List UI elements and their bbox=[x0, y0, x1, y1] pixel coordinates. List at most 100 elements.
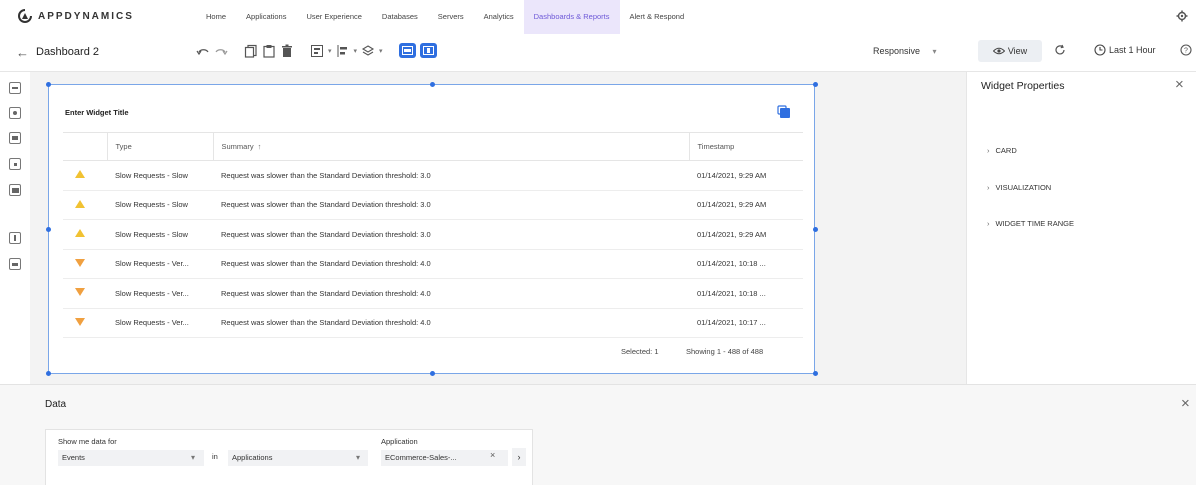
timestamp-cell: 01/14/2021, 10:18 ... bbox=[689, 249, 803, 279]
status-widget-icon[interactable] bbox=[9, 158, 21, 170]
metric-widget-icon[interactable] bbox=[9, 107, 21, 119]
layout-1-icon bbox=[401, 46, 413, 55]
table-row[interactable]: Slow Requests - Slow Request was slower t… bbox=[63, 190, 803, 220]
table-widget-icon[interactable] bbox=[9, 132, 21, 144]
image-widget-icon[interactable] bbox=[9, 258, 21, 270]
export-icon[interactable] bbox=[777, 105, 791, 119]
summary-column-header[interactable]: Summary ↑ bbox=[212, 132, 689, 161]
critical-triangle-icon bbox=[75, 317, 85, 326]
selected-count: Selected: 1 bbox=[621, 347, 659, 356]
dashboard-toolbar: ← Dashboard 2 ▾ ▾ ▾ Responsive ▾ View La… bbox=[0, 34, 1196, 72]
help-icon[interactable]: ? bbox=[1180, 44, 1192, 56]
chevron-right-icon[interactable]: › bbox=[512, 448, 526, 466]
nav-tab-databases[interactable]: Databases bbox=[372, 0, 428, 34]
severity-cell bbox=[63, 160, 107, 191]
events-table-widget[interactable]: Enter Widget Title Type Summary ↑ Timesta… bbox=[46, 82, 818, 376]
section-widget-time-range[interactable]: › WIDGET TIME RANGE bbox=[987, 219, 1074, 228]
responsive-dropdown[interactable]: Responsive ▾ bbox=[873, 46, 937, 56]
application-select[interactable]: ECommerce-Sales-... bbox=[381, 450, 508, 466]
edit-tools: ▾ ▾ ▾ bbox=[196, 43, 437, 58]
in-label: in bbox=[212, 452, 218, 461]
table-row[interactable]: Slow Requests - Ver... Request was slower… bbox=[63, 249, 803, 279]
table-row[interactable]: Slow Requests - Ver... Request was slower… bbox=[63, 278, 803, 309]
clear-icon[interactable]: × bbox=[490, 450, 495, 460]
table-row[interactable]: Slow Requests - Slow Request was slower t… bbox=[63, 219, 803, 250]
warning-triangle-icon bbox=[75, 170, 85, 179]
undo-icon[interactable] bbox=[196, 44, 210, 58]
show-me-label: Show me data for bbox=[58, 437, 117, 446]
critical-triangle-icon bbox=[75, 288, 85, 297]
text-widget-icon[interactable] bbox=[9, 232, 21, 244]
scope-select[interactable]: Applications bbox=[228, 450, 368, 466]
distribute-dropdown-caret-icon[interactable]: ▾ bbox=[354, 47, 358, 55]
widget-properties-panel: Widget Properties × › CARD › VISUALIZATION… bbox=[966, 72, 1196, 384]
type-column-header[interactable]: Type bbox=[106, 132, 213, 161]
nav-tab-analytics[interactable]: Analytics bbox=[474, 0, 524, 34]
timestamp-column-header[interactable]: Timestamp bbox=[688, 132, 803, 161]
resize-handle[interactable] bbox=[813, 227, 818, 232]
severity-column-header bbox=[63, 132, 107, 161]
widget-title[interactable]: Enter Widget Title bbox=[65, 108, 129, 117]
nav-tab-applications[interactable]: Applications bbox=[236, 0, 296, 34]
sort-ascending-icon[interactable]: ↑ bbox=[258, 142, 262, 151]
warning-triangle-icon bbox=[75, 199, 85, 208]
list-widget-icon[interactable] bbox=[9, 184, 21, 196]
data-panel: Data × Show me data for Events ▾ in Appl… bbox=[0, 384, 1196, 485]
layout-2-button[interactable] bbox=[419, 43, 437, 58]
redo-icon[interactable] bbox=[214, 44, 228, 58]
paste-icon[interactable] bbox=[262, 44, 276, 58]
align-dropdown-caret-icon[interactable]: ▾ bbox=[328, 47, 332, 55]
layer-icon[interactable] bbox=[361, 44, 375, 58]
close-icon[interactable]: × bbox=[1181, 395, 1190, 412]
section-visualization[interactable]: › VISUALIZATION bbox=[987, 183, 1051, 192]
back-arrow-icon[interactable]: ← bbox=[16, 45, 29, 60]
resize-handle[interactable] bbox=[46, 371, 51, 376]
resize-handle[interactable] bbox=[813, 82, 818, 87]
section-label: VISUALIZATION bbox=[995, 183, 1052, 192]
chevron-down-icon[interactable]: ▾ bbox=[191, 453, 195, 462]
time-range-picker[interactable]: Last 1 Hour bbox=[1094, 44, 1156, 56]
refresh-icon[interactable] bbox=[1054, 44, 1066, 56]
dashboard-title[interactable]: Dashboard 2 bbox=[36, 46, 99, 58]
resize-handle[interactable] bbox=[813, 371, 818, 376]
nav-tab-user-experience[interactable]: User Experience bbox=[296, 0, 371, 34]
table-row[interactable]: Slow Requests - Ver... Request was slower… bbox=[63, 308, 803, 338]
appdynamics-logo-icon bbox=[18, 9, 32, 23]
type-cell: Slow Requests - Ver... bbox=[107, 308, 213, 338]
dashboard-canvas[interactable]: Enter Widget Title Type Summary ↑ Timesta… bbox=[30, 72, 966, 384]
svg-text:?: ? bbox=[1184, 48, 1188, 55]
chevron-down-icon[interactable]: ▾ bbox=[356, 453, 360, 462]
section-card[interactable]: › CARD bbox=[987, 146, 1017, 155]
copy-icon[interactable] bbox=[244, 44, 258, 58]
nav-tab-dashboards-reports[interactable]: Dashboards & Reports bbox=[523, 0, 620, 34]
layout-2-icon bbox=[422, 46, 434, 55]
responsive-label: Responsive bbox=[873, 46, 921, 56]
distribute-icon[interactable] bbox=[336, 44, 350, 58]
view-button[interactable]: View bbox=[978, 40, 1042, 62]
data-type-select[interactable]: Events bbox=[58, 450, 204, 466]
close-icon[interactable]: × bbox=[1175, 76, 1184, 93]
nav-tab-alert-respond[interactable]: Alert & Respond bbox=[620, 0, 695, 34]
nav-tab-servers[interactable]: Servers bbox=[428, 0, 474, 34]
chevron-right-icon: › bbox=[987, 146, 990, 155]
layout-1-button[interactable] bbox=[398, 43, 416, 58]
severity-cell bbox=[63, 219, 107, 250]
summary-cell: Request was slower than the Standard Dev… bbox=[213, 160, 689, 191]
gear-icon[interactable] bbox=[1176, 10, 1188, 22]
brand-name: APPDYNAMICS bbox=[38, 10, 134, 22]
table-row[interactable]: Slow Requests - Slow Request was slower t… bbox=[63, 160, 803, 191]
resize-handle[interactable] bbox=[430, 371, 435, 376]
top-nav: APPDYNAMICS Home Applications User Experie… bbox=[0, 0, 1196, 34]
application-value: ECommerce-Sales-... bbox=[385, 453, 457, 462]
layer-dropdown-caret-icon[interactable]: ▾ bbox=[379, 47, 383, 55]
warning-triangle-icon bbox=[75, 229, 85, 238]
align-icon[interactable] bbox=[310, 44, 324, 58]
resize-handle[interactable] bbox=[46, 82, 51, 87]
delete-icon[interactable] bbox=[280, 44, 294, 58]
resize-handle[interactable] bbox=[430, 82, 435, 87]
nav-tab-home[interactable]: Home bbox=[196, 0, 236, 34]
resize-handle[interactable] bbox=[46, 227, 51, 232]
chart-widget-icon[interactable] bbox=[9, 82, 21, 94]
severity-cell bbox=[63, 278, 107, 309]
logo[interactable]: APPDYNAMICS bbox=[18, 9, 134, 23]
